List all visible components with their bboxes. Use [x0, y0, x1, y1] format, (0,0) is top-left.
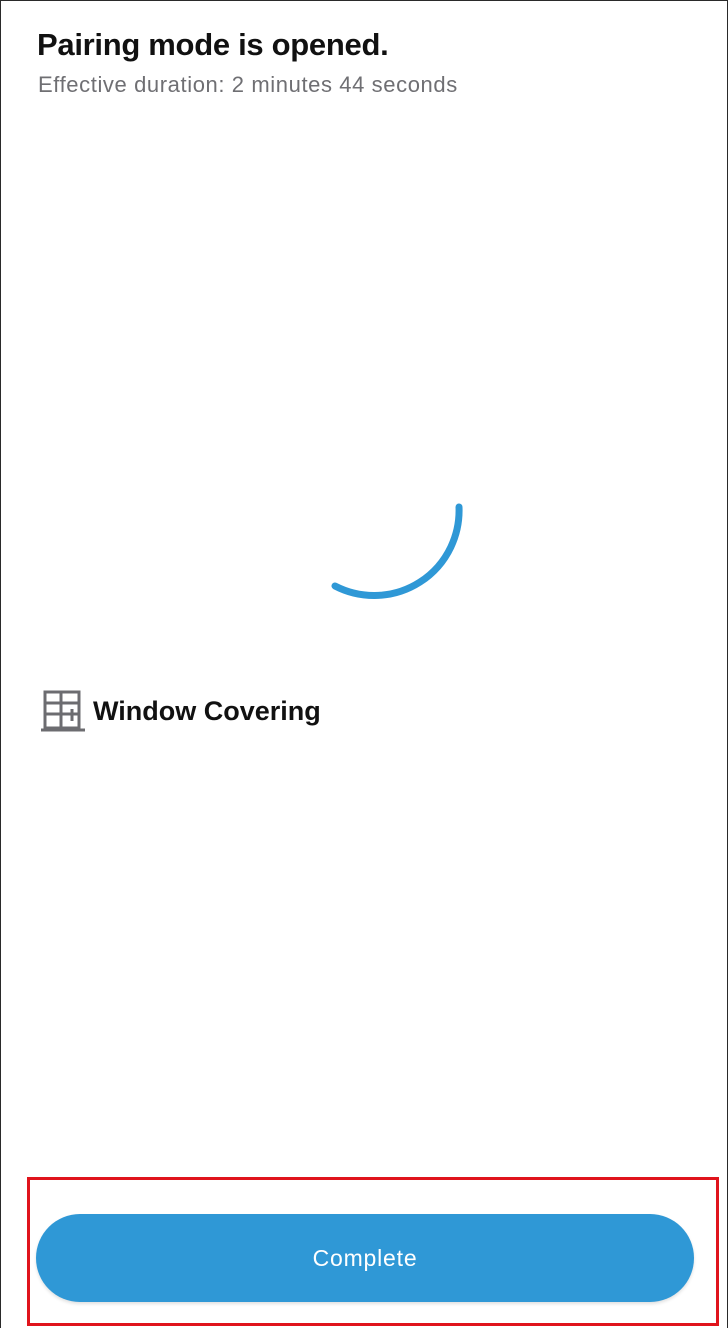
device-row: Window Covering — [39, 687, 321, 735]
page-title: Pairing mode is opened. — [37, 27, 389, 62]
complete-button[interactable]: Complete — [36, 1214, 694, 1302]
loading-spinner-icon — [331, 503, 463, 599]
device-label: Window Covering — [93, 695, 321, 726]
window-covering-icon — [41, 690, 85, 732]
pairing-screen: Pairing mode is opened. Effective durati… — [0, 0, 728, 1328]
duration-subtitle: Effective duration: 2 minutes 44 seconds — [38, 72, 458, 97]
